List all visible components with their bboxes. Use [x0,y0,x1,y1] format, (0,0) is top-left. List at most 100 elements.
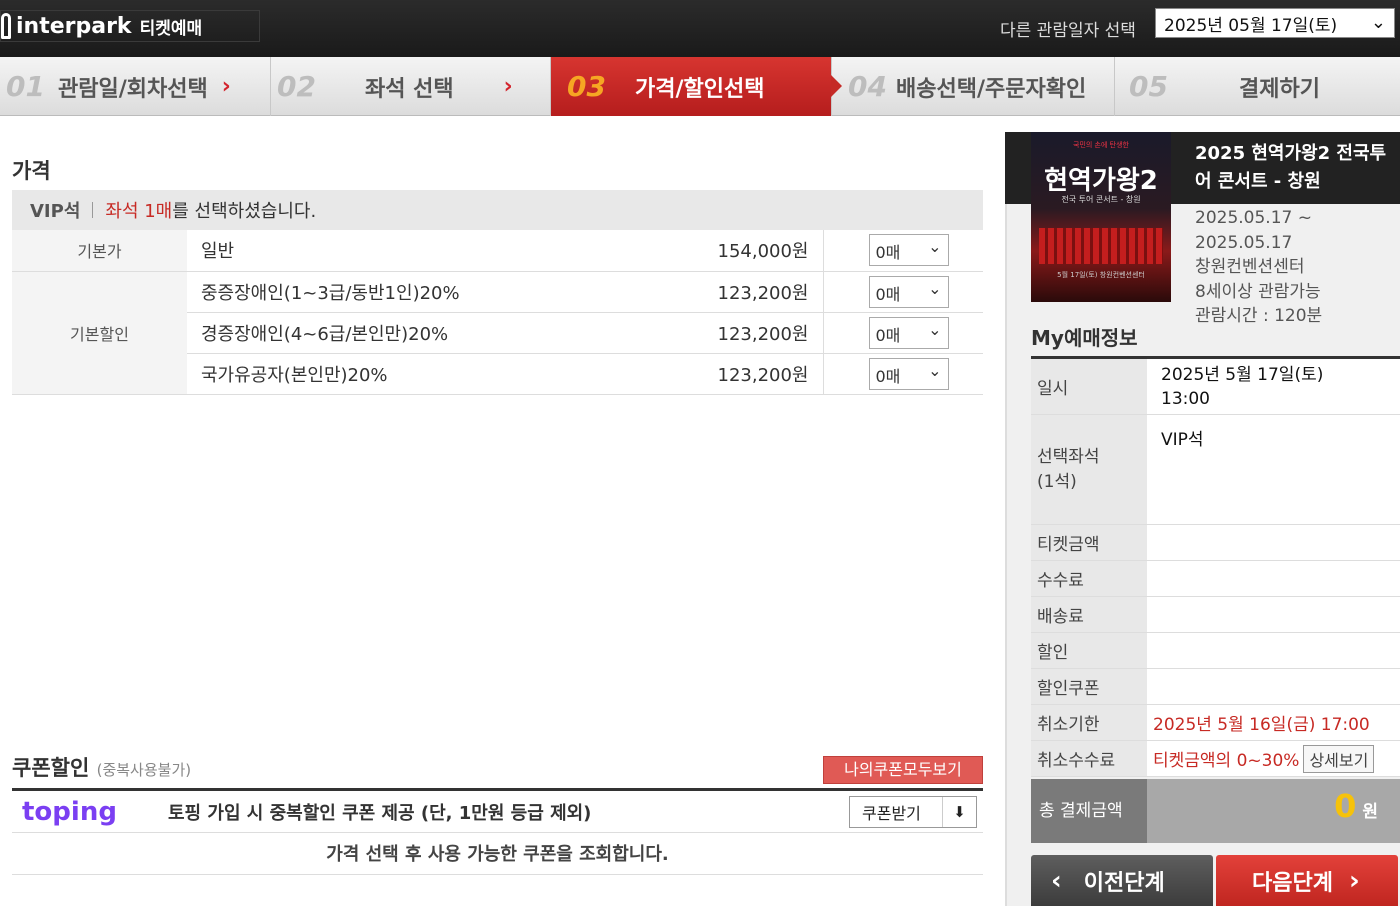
price-amount: 123,200원 [665,353,824,395]
price-category: 기본할인 [12,271,187,395]
chevron-right-icon: › [503,74,513,99]
booking-date-value: 2025년 5월 17일(토) 13:00 [1147,357,1400,415]
step-number: 03 [567,70,606,103]
price-name: 국가유공자(본인만)20% [187,353,665,395]
show-period-start: 2025.05.17 ~ [1195,208,1312,228]
my-booking-table: 일시 2025년 5월 17일(토) 13:00 선택좌석 (1석) VIP석 … [1031,356,1400,777]
poster-subtitle: 전국 투어 콘서트 - 창원 [1061,195,1141,204]
step-2[interactable]: 02 좌석 선택 › [271,57,551,116]
discount-coupon-value [1147,668,1400,705]
quantity-select[interactable]: 0매 ⌄ [868,357,949,390]
price-name: 경증장애인(4~6급/본인만)20% [187,312,665,354]
total-payment-label: 총 결제금액 [1031,779,1147,843]
get-coupon-label: 쿠폰받기 [862,804,921,823]
date-select-label: 다른 관람일자 선택 [1000,21,1136,41]
show-period-end: 2025.05.17 [1195,232,1293,253]
divider [92,202,94,218]
next-step-label: 다음단계 [1252,870,1333,896]
chevron-right-icon: › [221,74,231,99]
toping-coupon-row: toping 토핑 가입 시 중복할인 쿠폰 제공 (단, 1만원 등급 제외)… [12,791,983,833]
total-payment-value: 0원 [1334,787,1378,825]
price-amount: 123,200원 [665,271,824,313]
quantity-value: 0매 [875,325,901,345]
selected-seats-label: 선택좌석 (1석) [1031,414,1147,525]
coupon-section-title: 쿠폰할인 (중복사용불가) [12,752,191,782]
cancel-fee-value: 티켓금액의 0~30% 상세보기 [1147,740,1400,777]
cancel-fee-text: 티켓금액의 0~30% [1153,750,1300,771]
seat-grade: VIP석 [30,201,81,222]
my-booking-title: My예매정보 [1031,326,1138,350]
price-row: 기본가 일반 154,000원 0매 ⌄ [12,230,983,272]
poster-date: 5월 17일(토) 창원컨벤션센터 [1057,271,1145,279]
step-label: 결제하기 [1239,76,1320,102]
step-5[interactable]: 05 결제하기 [1115,57,1400,116]
selected-seats-value: VIP석 [1147,414,1400,525]
step-4[interactable]: 04 배송선택/주문자확인 [832,57,1115,116]
coupon-info-text: 가격 선택 후 사용 가능한 쿠폰을 조회합니다. [12,834,983,875]
show-venue: 창원컨벤션센터 [1195,257,1305,277]
discount-value [1147,632,1400,669]
price-amount: 123,200원 [665,312,824,354]
download-icon: ⬇ [942,797,976,827]
chevron-down-icon: ⌄ [928,278,942,298]
poster-performers [1039,228,1163,264]
price-section-title: 가격 [12,159,51,183]
delivery-fee-label: 배송료 [1031,596,1147,633]
chevron-right-icon: › [1348,865,1360,896]
poster-title: 현역가왕2 [1044,166,1158,196]
get-coupon-button[interactable]: 쿠폰받기 ⬇ [849,796,977,828]
logo-text: interpark [16,13,132,39]
prev-step-label: 이전단계 [1083,870,1165,896]
booking-date: 2025년 5월 17일(토) [1161,364,1324,385]
total-amount: 0 [1334,787,1357,825]
cancel-deadline-label: 취소기한 [1031,704,1147,741]
chevron-left-icon: ‹ [1051,865,1062,896]
coupon-title-text: 쿠폰할인 [12,756,90,780]
toping-coupon-text: 토핑 가입 시 중복할인 쿠폰 제공 (단, 1만원 등급 제외) [168,802,592,824]
quantity-value: 0매 [875,284,901,304]
selected-seat-text: 를 선택하셨습니다. [172,201,317,222]
quantity-select[interactable]: 0매 ⌄ [868,234,949,267]
currency-unit: 원 [1362,802,1378,822]
price-category: 기본가 [12,230,187,272]
step-label: 좌석 선택 [365,76,454,102]
price-name: 중증장애인(1~3급/동반1인)20% [187,271,665,313]
chevron-down-icon: ⌄ [928,237,942,257]
discount-label: 할인 [1031,632,1147,669]
discount-coupon-label: 할인쿠폰 [1031,668,1147,705]
poster-tagline: 국민의 손에 탄생한 [1073,141,1129,149]
quantity-select[interactable]: 0매 ⌄ [868,316,949,349]
selected-seat-count: 좌석 1매 [105,201,173,222]
logo[interactable]: interpark 티켓예매 [0,10,260,42]
booking-time: 13:00 [1161,388,1210,409]
quantity-select[interactable]: 0매 ⌄ [868,275,949,308]
chevron-down-icon: ⌄ [928,319,942,339]
step-label: 배송선택/주문자확인 [896,76,1087,102]
next-step-button[interactable]: 다음단계 › [1216,855,1398,906]
step-1[interactable]: 01 관람일/회차선택 › [0,57,271,116]
price-name: 일반 [187,230,665,272]
show-age-rating: 8세이상 관람가능 [1195,281,1321,302]
step-3[interactable]: 03 가격/할인선택 [551,57,842,116]
total-payment: 총 결제금액 0원 [1031,779,1400,843]
show-title: 2025 현역가왕2 전국투어 콘서트 - 창원 [1195,143,1387,192]
selected-seats-count: (1석) [1037,471,1077,492]
cancel-fee-detail-button[interactable]: 상세보기 [1303,744,1375,773]
selected-seats-label-text: 선택좌석 [1037,446,1100,467]
seat-grade-bar: VIP석 좌석 1매 를 선택하셨습니다. [12,190,983,230]
date-select[interactable]: 2025년 05월 17일(토) ⌄ [1155,8,1395,38]
show-poster: 국민의 손에 탄생한 현역가왕2 전국 투어 콘서트 - 창원 5월 17일(토… [1031,132,1171,302]
date-select-value: 2025년 05월 17일(토) [1164,15,1338,36]
booking-date-label: 일시 [1031,357,1147,415]
show-info: 2025.05.17 ~ 2025.05.17 창원컨벤션센터 8세이상 관람가… [1195,206,1322,329]
coupon-note: (중복사용불가) [96,761,192,779]
prev-step-button[interactable]: ‹ 이전단계 [1031,855,1213,906]
my-coupons-button[interactable]: 나의쿠폰모두보기 [823,756,983,784]
price-table: 기본가 일반 154,000원 0매 ⌄ 기본할인 중증장애인(1~3급/동반1인… [12,230,983,395]
price-row: 기본할인 중증장애인(1~3급/동반1인)20% 123,200원 0매 ⌄ [12,271,983,395]
cancel-fee-label: 취소수수료 [1031,740,1147,777]
delivery-fee-value [1147,596,1400,633]
fee-value [1147,560,1400,597]
quantity-value: 0매 [875,366,901,386]
step-number: 05 [1129,70,1168,103]
